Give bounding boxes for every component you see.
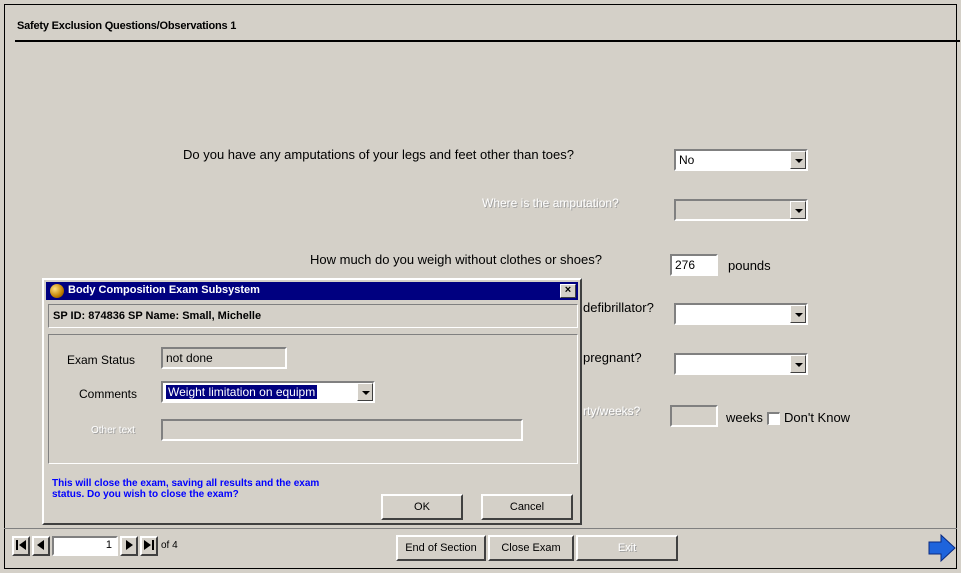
ok-button[interactable]: OK bbox=[381, 494, 463, 520]
question-pregnant: pregnant? bbox=[583, 350, 642, 365]
question-amputations: Do you have any amputations of your legs… bbox=[183, 147, 574, 162]
exit-button: Exit bbox=[576, 535, 678, 561]
pregnancy-weeks-input bbox=[670, 405, 718, 427]
amputations-select-value: No bbox=[679, 153, 695, 167]
dont-know-label: Don't Know bbox=[784, 410, 851, 425]
comments-select[interactable]: Weight limitation on equipm bbox=[161, 381, 375, 403]
other-text-label: Other text bbox=[91, 425, 135, 436]
dialog-titlebar: Body Composition Exam Subsystem × bbox=[46, 282, 578, 300]
question-pregnancy-weeks: rty/weeks? bbox=[583, 404, 641, 418]
end-of-section-button[interactable]: End of Section bbox=[396, 535, 486, 561]
chevron-down-icon[interactable] bbox=[790, 305, 806, 323]
chevron-down-icon bbox=[790, 201, 806, 219]
chevron-down-icon[interactable] bbox=[357, 383, 373, 401]
arrow-right-icon bbox=[928, 533, 956, 563]
prev-page-button[interactable] bbox=[32, 536, 50, 556]
question-amputation-location: Where is the amputation? bbox=[482, 196, 619, 210]
cancel-button[interactable]: Cancel bbox=[481, 494, 573, 520]
other-text-field bbox=[161, 419, 523, 441]
chevron-down-icon[interactable] bbox=[790, 355, 806, 373]
next-page-button[interactable] bbox=[120, 536, 138, 556]
page-total: of 4 bbox=[161, 540, 178, 551]
nav-divider bbox=[4, 528, 957, 529]
app-icon bbox=[50, 284, 64, 298]
amputations-select[interactable]: No bbox=[674, 149, 808, 171]
comments-label: Comments bbox=[79, 387, 138, 401]
section-title: Safety Exclusion Questions/Observations … bbox=[17, 20, 237, 32]
pregnant-select[interactable] bbox=[674, 353, 808, 375]
title-divider bbox=[15, 40, 960, 42]
question-defibrillator: defibrillator? bbox=[583, 300, 654, 315]
first-page-button[interactable] bbox=[12, 536, 30, 556]
close-confirmation-note: This will close the exam, saving all res… bbox=[52, 478, 320, 500]
weight-input[interactable]: 276 bbox=[670, 254, 718, 276]
weight-unit: pounds bbox=[728, 258, 771, 273]
chevron-down-icon[interactable] bbox=[790, 151, 806, 169]
dont-know-checkbox[interactable] bbox=[767, 412, 780, 425]
first-page-icon bbox=[16, 540, 26, 550]
close-icon[interactable]: × bbox=[560, 284, 576, 298]
comments-select-value: Weight limitation on equipm bbox=[166, 385, 318, 399]
amputation-location-select bbox=[674, 199, 808, 221]
dialog-title: Body Composition Exam Subsystem bbox=[68, 284, 260, 296]
sp-info: SP ID: 874836 SP Name: Small, Michelle bbox=[53, 310, 262, 322]
exam-status-label: Exam Status bbox=[67, 353, 136, 367]
exam-fields-panel: Exam Status not done Comments Weight lim… bbox=[48, 334, 578, 464]
close-exam-dialog: Body Composition Exam Subsystem × SP ID:… bbox=[42, 278, 582, 525]
close-exam-button[interactable]: Close Exam bbox=[488, 535, 574, 561]
page-number-input[interactable]: 1 bbox=[52, 536, 118, 556]
sp-info-panel: SP ID: 874836 SP Name: Small, Michelle bbox=[48, 304, 578, 328]
last-page-icon bbox=[144, 540, 154, 550]
prev-page-icon bbox=[37, 540, 44, 550]
next-section-button[interactable] bbox=[925, 532, 957, 564]
defibrillator-select[interactable] bbox=[674, 303, 808, 325]
next-page-icon bbox=[126, 540, 133, 550]
exam-status-field: not done bbox=[161, 347, 287, 369]
last-page-button[interactable] bbox=[140, 536, 158, 556]
weeks-unit: weeks bbox=[726, 410, 763, 425]
question-weight: How much do you weigh without clothes or… bbox=[310, 252, 602, 267]
